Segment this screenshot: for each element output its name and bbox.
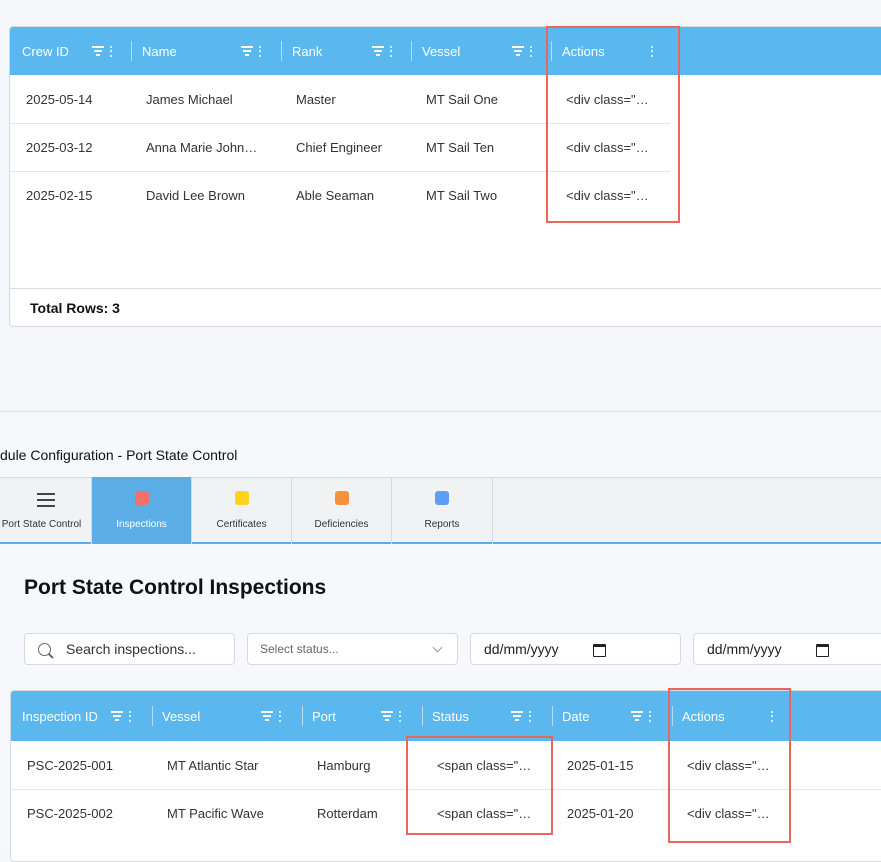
tab-reports[interactable]: Reports (392, 477, 493, 544)
crew-grid: Crew ID Name Rank Vessel Actions 2025-05… (9, 26, 881, 327)
column-menu-icon[interactable] (529, 710, 532, 722)
cell-vessel: MT Sail Two (426, 187, 498, 203)
col-crew-id-icons (92, 27, 113, 75)
filter-icon[interactable] (241, 46, 253, 56)
tab-port-state-control[interactable]: Port State Control (0, 477, 92, 544)
search-icon (38, 642, 54, 658)
col-rank-icons (372, 27, 393, 75)
module-title: dule Configuration - Port State Control (0, 447, 238, 463)
tab-inspections[interactable]: Inspections (92, 477, 192, 544)
column-menu-icon[interactable] (259, 45, 262, 57)
column-menu-icon[interactable] (649, 710, 652, 722)
search-input[interactable]: Search inspections... (24, 633, 235, 665)
date-to-placeholder: dd/mm/yyyy (707, 641, 782, 657)
tab-label: Port State Control (1, 519, 82, 530)
reports-color-icon (435, 491, 449, 505)
col-vessel-icons (512, 27, 533, 75)
col-vessel-icons (261, 691, 282, 741)
col-header-rank[interactable]: Rank (292, 27, 322, 75)
cell-name: James Michael (146, 91, 233, 107)
status-select[interactable]: Select status... (247, 633, 458, 665)
cell-inspection-id: PSC-2025-001 (27, 757, 113, 773)
tab-label: Certificates (216, 519, 267, 530)
calendar-icon (593, 644, 606, 657)
col-date-icons (631, 691, 652, 741)
grid-footer: Total Rows: 3 (10, 288, 881, 326)
column-menu-icon[interactable] (279, 710, 282, 722)
col-header-vessel[interactable]: Vessel (162, 691, 200, 741)
certificates-color-icon (234, 491, 249, 505)
cell-port: Hamburg (317, 757, 371, 773)
cell-rank: Able Seaman (296, 187, 375, 203)
col-header-name[interactable]: Name (142, 27, 177, 75)
tab-deficiencies[interactable]: Deficiencies (292, 477, 392, 544)
col-header-vessel[interactable]: Vessel (422, 27, 460, 75)
cell-port: Rotterdam (317, 805, 378, 821)
cell-vessel: MT Sail One (426, 91, 499, 107)
tab-label: Inspections (116, 519, 167, 530)
deficiencies-color-icon (334, 491, 349, 505)
filter-icon[interactable] (381, 711, 393, 721)
search-placeholder: Search inspections... (66, 641, 196, 657)
cell-rank: Chief Engineer (296, 139, 382, 155)
cell-vessel: MT Pacific Wave (167, 805, 264, 821)
cell-crew-id: 2025-03-12 (26, 139, 93, 155)
column-menu-icon[interactable] (129, 710, 132, 722)
highlight-box (546, 26, 680, 223)
tab-certificates[interactable]: Certificates (192, 477, 292, 544)
inspections-color-icon (134, 491, 149, 505)
filter-icon[interactable] (372, 46, 384, 56)
filter-icon[interactable] (631, 711, 643, 721)
col-header-status[interactable]: Status (432, 691, 469, 741)
status-placeholder: Select status... (260, 642, 339, 656)
col-header-date[interactable]: Date (562, 691, 589, 741)
col-name-icons (241, 27, 262, 75)
total-rows-label: Total Rows: 3 (30, 300, 120, 316)
crew-grid-header: Crew ID Name Rank Vessel Actions (10, 27, 881, 75)
hamburger-menu-icon (36, 493, 55, 507)
cell-crew-id: 2025-02-15 (26, 187, 93, 203)
cell-vessel: MT Atlantic Star (167, 757, 259, 773)
filter-icon[interactable] (511, 711, 523, 721)
filter-icon[interactable] (512, 46, 524, 56)
filter-icon[interactable] (92, 46, 104, 56)
column-menu-icon[interactable] (110, 45, 113, 57)
cell-name: Anna Marie John… (146, 139, 258, 155)
filter-icon[interactable] (111, 711, 123, 721)
tab-label: Deficiencies (314, 519, 369, 530)
date-to-input[interactable]: dd/mm/yyyy (693, 633, 881, 665)
filter-icon[interactable] (261, 711, 273, 721)
page-title: Port State Control Inspections (24, 576, 327, 599)
column-menu-icon[interactable] (390, 45, 393, 57)
highlight-box (668, 688, 791, 843)
column-menu-icon[interactable] (399, 710, 402, 722)
col-inspection-id-icons (111, 691, 132, 741)
col-header-port[interactable]: Port (312, 691, 336, 741)
col-status-icons (511, 691, 532, 741)
column-menu-icon[interactable] (530, 45, 533, 57)
calendar-icon (816, 644, 829, 657)
col-header-crew-id[interactable]: Crew ID (22, 27, 69, 75)
col-port-icons (381, 691, 402, 741)
cell-crew-id: 2025-05-14 (26, 91, 93, 107)
date-from-input[interactable]: dd/mm/yyyy (470, 633, 681, 665)
cell-rank: Master (296, 91, 336, 107)
cell-inspection-id: PSC-2025-002 (27, 805, 113, 821)
date-from-placeholder: dd/mm/yyyy (484, 641, 559, 657)
highlight-box (406, 736, 553, 835)
cell-vessel: MT Sail Ten (426, 139, 495, 155)
tab-label: Reports (424, 519, 460, 530)
cell-date: 2025-01-15 (567, 757, 634, 773)
cell-date: 2025-01-20 (567, 805, 634, 821)
cell-name: David Lee Brown (146, 187, 245, 203)
col-header-inspection-id[interactable]: Inspection ID (22, 691, 98, 741)
chevron-down-icon (432, 642, 443, 653)
